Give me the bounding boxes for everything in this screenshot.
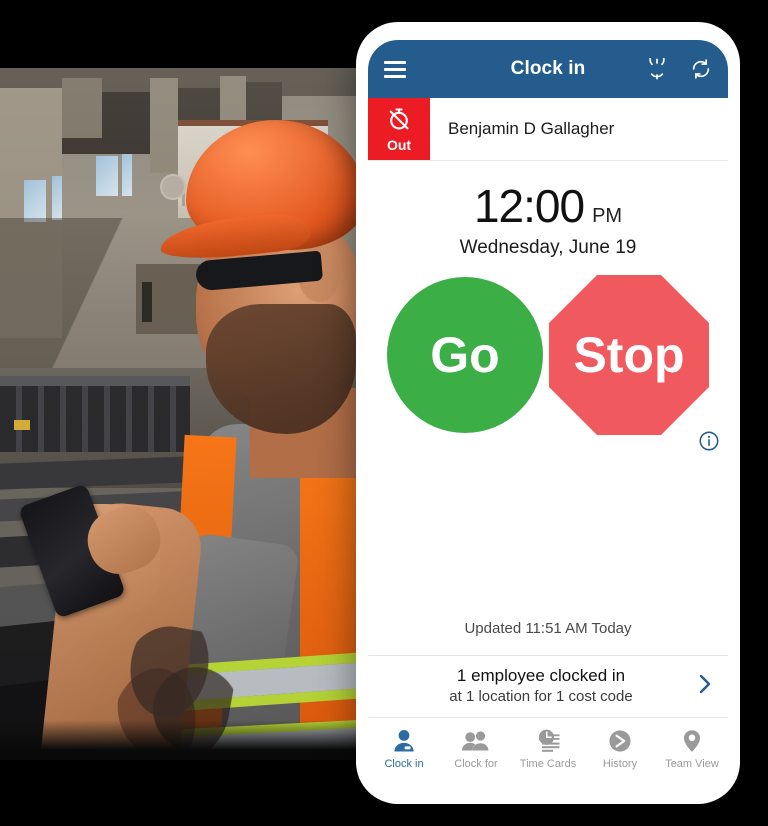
photo-window (52, 176, 62, 220)
photo-stacked-equipment (0, 376, 190, 452)
clocked-in-summary[interactable]: 1 employee clocked in at 1 location for … (368, 655, 728, 718)
tab-clock-in[interactable]: Clock in (368, 729, 440, 770)
time-value: 12:00 (473, 180, 585, 232)
tab-label: Team View (665, 757, 719, 770)
summary-text-block: 1 employee clocked in at 1 location for … (384, 666, 698, 705)
info-circle-icon[interactable] (698, 430, 720, 457)
tab-team-view[interactable]: Team View (656, 729, 728, 770)
phone-device-frame: Clock in Out Benjamin D Gallagher 12:00 … (356, 22, 740, 804)
gps-crosshair-icon[interactable] (646, 58, 668, 80)
photo-safety-vest (300, 468, 358, 760)
current-date: Wednesday, June 19 (459, 237, 637, 258)
last-updated-text: Updated 11:51 AM Today (464, 620, 632, 637)
photo-window (96, 156, 118, 196)
stopwatch-slashed-icon (386, 106, 412, 137)
photo-yellow-marker (14, 420, 30, 430)
tab-clock-for[interactable]: Clock for (440, 729, 512, 770)
photo-column (150, 78, 178, 173)
photo-column (62, 78, 102, 138)
photo-window (24, 180, 46, 222)
sync-refresh-icon[interactable] (690, 58, 712, 80)
tab-label: Time Cards (519, 757, 577, 770)
go-button[interactable]: Go (387, 277, 543, 433)
phone-screen: Clock in Out Benjamin D Gallagher 12:00 … (368, 40, 728, 786)
status-badge-label: Out (386, 137, 412, 153)
hamburger-menu-icon[interactable] (384, 60, 406, 78)
employee-row[interactable]: Out Benjamin D Gallagher (368, 98, 728, 161)
summary-secondary-text: at 1 location for 1 cost code (449, 688, 633, 705)
status-badge[interactable]: Out (368, 98, 430, 160)
employee-name: Benjamin D Gallagher (448, 119, 615, 138)
jobsite-photo (0, 68, 358, 760)
clock-document-icon (535, 729, 561, 753)
current-time: 12:00 PM (368, 183, 728, 229)
summary-primary-text: 1 employee clocked in (456, 666, 626, 685)
clock-in-content: 12:00 PM Wednesday, June 19 Go Stop Upda… (368, 161, 728, 718)
photo-bottom-shadow (0, 720, 358, 760)
map-pin-icon (681, 729, 703, 753)
tab-history[interactable]: History (584, 729, 656, 770)
history-pie-icon (607, 729, 633, 753)
app-header-actions (646, 58, 712, 80)
stop-button[interactable]: Stop (549, 275, 709, 435)
photo-inner (0, 68, 358, 760)
people-group-icon (461, 729, 491, 753)
photo-round-sign (160, 174, 186, 200)
app-header: Clock in (368, 40, 728, 98)
tab-label: History (602, 757, 638, 770)
chevron-right-icon[interactable] (698, 673, 712, 699)
tab-time-cards[interactable]: Time Cards (512, 729, 584, 770)
clock-actions: Go Stop (368, 275, 728, 451)
time-ampm: PM (592, 205, 623, 227)
bottom-navigation: Clock in Clock for Time Cards History Te… (368, 718, 728, 786)
tab-label: Clock in (384, 757, 424, 770)
photo-window (122, 154, 132, 196)
tab-label: Clock for (454, 757, 498, 770)
person-icon (391, 729, 417, 753)
clock-display: 12:00 PM Wednesday, June 19 (368, 161, 728, 259)
photo-door-dark (142, 282, 152, 322)
